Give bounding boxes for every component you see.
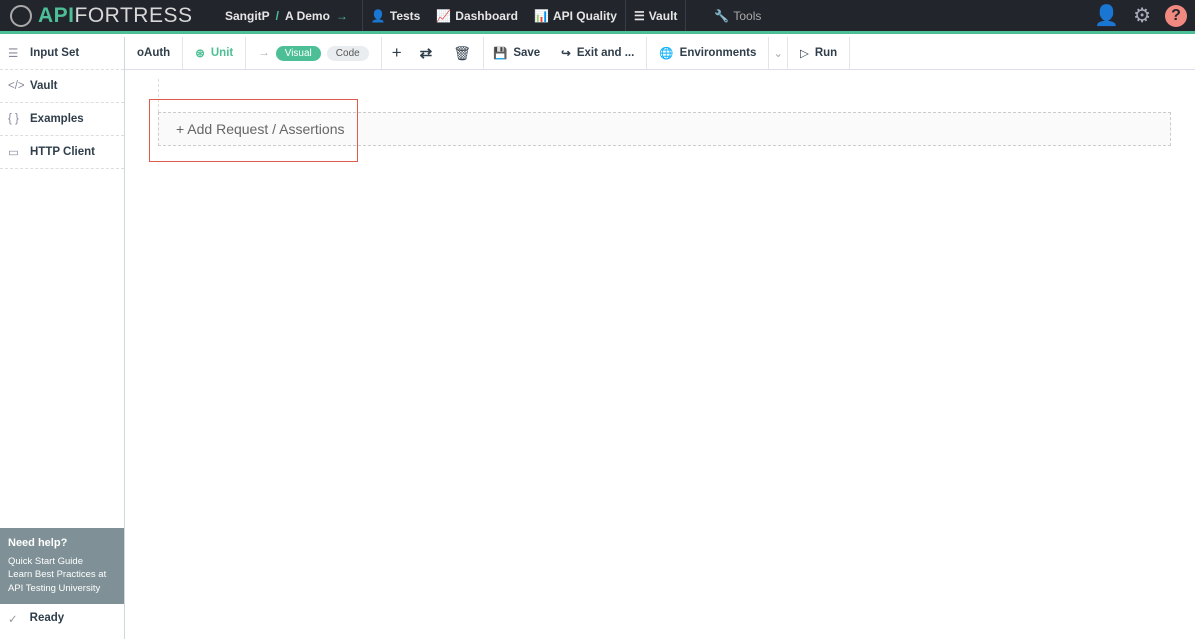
chart-line-icon: 📈: [436, 8, 452, 23]
database-icon: ☰: [633, 8, 645, 23]
chevron-down-icon: ⌄: [773, 48, 783, 60]
environments-dropdown[interactable]: ⌄: [769, 37, 788, 69]
toolbar: oAuth ⊛ Unit → Visual Code + ⇄ 🗑 💾 Save ↪ E…: [125, 37, 1195, 70]
view-toggle: → Visual Code: [246, 37, 382, 69]
list-icon: ☰: [8, 48, 19, 60]
code-toggle[interactable]: Code: [326, 45, 369, 61]
help-box: Need help? Quick Start Guide Learn Best …: [0, 528, 124, 604]
breadcrumb: SangitP / A Demo →: [220, 0, 363, 31]
wrench-icon: 🔧: [714, 8, 730, 23]
unit-tab[interactable]: ⊛ Unit: [183, 37, 247, 69]
sidebar-item-examples[interactable]: { } Examples: [0, 103, 124, 136]
nav-vault[interactable]: ☰ Vault: [626, 0, 687, 31]
environments-button[interactable]: 🌐 Environments: [647, 37, 770, 69]
arrow-right-icon: →: [258, 47, 270, 59]
exit-icon: ↪: [561, 48, 571, 60]
sidebar: ☰ Input Set </> Vault { } Examples ▭ HTTP Cl…: [0, 37, 125, 639]
api-testing-university-link[interactable]: API Testing University: [8, 582, 116, 596]
sidebar-item-input-set[interactable]: ☰ Input Set: [0, 37, 124, 70]
swap-icon: ⇄: [419, 45, 433, 62]
nav-tools[interactable]: 🔧 Tools: [706, 0, 769, 31]
breadcrumb-project[interactable]: A Demo: [285, 9, 330, 23]
breadcrumb-user[interactable]: SangitP: [225, 9, 270, 23]
check-icon: ✓: [8, 614, 18, 626]
exit-button[interactable]: ↪ Exit and ...: [549, 37, 648, 69]
unit-icon: ⊛: [195, 48, 205, 60]
play-icon: ▷: [799, 48, 809, 60]
quick-start-link[interactable]: Quick Start Guide: [8, 555, 116, 569]
save-icon: 💾: [492, 48, 508, 60]
trash-icon: 🗑: [453, 44, 471, 61]
sidebar-item-vault[interactable]: </> Vault: [0, 70, 124, 103]
window-icon: ▭: [8, 147, 19, 159]
logo[interactable]: API FORTRESS: [0, 4, 220, 28]
fortress-logo-icon: [10, 4, 32, 27]
plus-icon: +: [391, 43, 402, 62]
nav-tests[interactable]: 👤 Tests: [363, 0, 428, 31]
test-name: oAuth: [125, 37, 184, 69]
bar-chart-icon: 📊: [533, 8, 549, 23]
globe-icon: 🌐: [659, 48, 674, 60]
braces-icon: { }: [8, 113, 19, 125]
user-icon: 👤: [370, 8, 386, 23]
add-button[interactable]: +: [382, 37, 411, 69]
code-icon: </>: [8, 80, 25, 92]
help-icon[interactable]: ?: [1165, 4, 1187, 27]
save-button[interactable]: 💾 Save: [484, 37, 549, 69]
profile-icon[interactable]: 👤: [1094, 3, 1119, 28]
run-button[interactable]: ▷ Run: [788, 37, 851, 69]
top-bar: API FORTRESS SangitP / A Demo → 👤 Tests 📈 D…: [0, 0, 1195, 34]
status: ✓ Ready: [8, 612, 65, 626]
visual-toggle[interactable]: Visual: [275, 45, 321, 61]
arrow-right-icon[interactable]: →: [336, 9, 348, 23]
delete-button[interactable]: 🗑: [441, 37, 484, 69]
nav-api-quality[interactable]: 📊 API Quality: [526, 0, 626, 31]
gear-icon[interactable]: ⚙: [1133, 3, 1151, 28]
sidebar-item-http-client[interactable]: ▭ HTTP Client: [0, 136, 124, 169]
highlight-box: [149, 99, 358, 162]
swap-button[interactable]: ⇄: [411, 37, 442, 69]
nav-dashboard[interactable]: 📈 Dashboard: [428, 0, 526, 31]
